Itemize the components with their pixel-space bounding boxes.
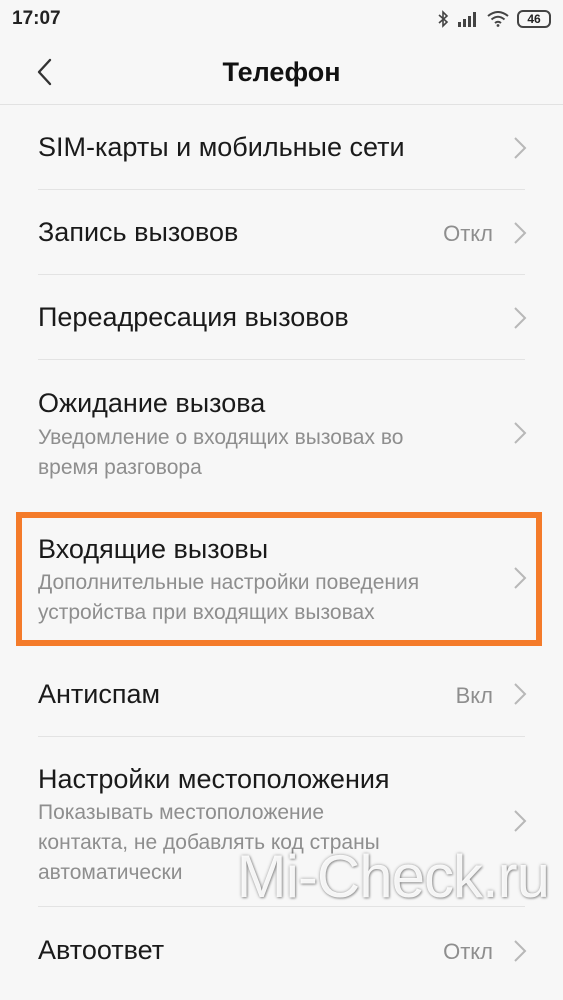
subtitle-line: время разговора	[38, 456, 202, 479]
highlight-frame	[16, 512, 542, 646]
settings-item-title: SIM-карты и мобильные сети	[38, 132, 405, 162]
subtitle-line: Уведомление о входящих вызовах во	[38, 426, 404, 449]
settings-item-title: Запись вызовов	[38, 217, 239, 247]
chevron-right-icon	[514, 222, 527, 244]
signal-icon	[457, 11, 479, 27]
settings-item-call-waiting[interactable]: Ожидание вызова Уведомление о входящих в…	[0, 360, 563, 500]
page-title: Телефон	[222, 57, 341, 87]
settings-item-title: Ожидание вызова	[38, 388, 266, 418]
battery-icon: 46	[517, 10, 551, 28]
subtitle-line: Показывать местоположение	[38, 801, 325, 824]
settings-item-antispam[interactable]: Антиспам Вкл	[0, 652, 563, 736]
settings-item-value: Откл	[443, 221, 493, 246]
settings-item-title: Автоответ	[38, 935, 165, 965]
status-bar: 17:07 46	[0, 0, 563, 38]
chevron-right-icon	[514, 810, 527, 832]
bluetooth-icon	[437, 10, 449, 28]
wifi-icon	[487, 11, 509, 27]
settings-item-title: Антиспам	[38, 679, 161, 709]
settings-item-autoanswer[interactable]: Автоответ Откл	[0, 907, 563, 1000]
settings-item-call-recording[interactable]: Запись вызовов Откл	[0, 190, 563, 275]
status-icons: 46	[437, 8, 551, 30]
chevron-right-icon	[514, 940, 527, 962]
settings-item-call-forwarding[interactable]: Переадресация вызовов	[0, 275, 563, 360]
settings-item-subtitle: Уведомление о входящих вызовах во время …	[38, 423, 508, 483]
settings-item-title: Настройки местоположения	[38, 764, 390, 794]
status-time: 17:07	[12, 8, 61, 29]
settings-item-value: Откл	[443, 939, 493, 964]
settings-item-title: Переадресация вызовов	[38, 302, 349, 332]
header: Телефон	[0, 40, 563, 105]
settings-item-value: Вкл	[455, 683, 493, 708]
chevron-right-icon	[514, 307, 527, 329]
settings-item-sim[interactable]: SIM-карты и мобильные сети	[0, 105, 563, 191]
watermark-text: Mi-Check.ru	[236, 843, 550, 910]
chevron-right-icon	[514, 422, 527, 444]
phone-settings-screen: 17:07 46 Телефон SIM-карты и мобильные с…	[0, 0, 563, 1000]
chevron-right-icon	[514, 137, 527, 159]
chevron-right-icon	[514, 683, 527, 705]
